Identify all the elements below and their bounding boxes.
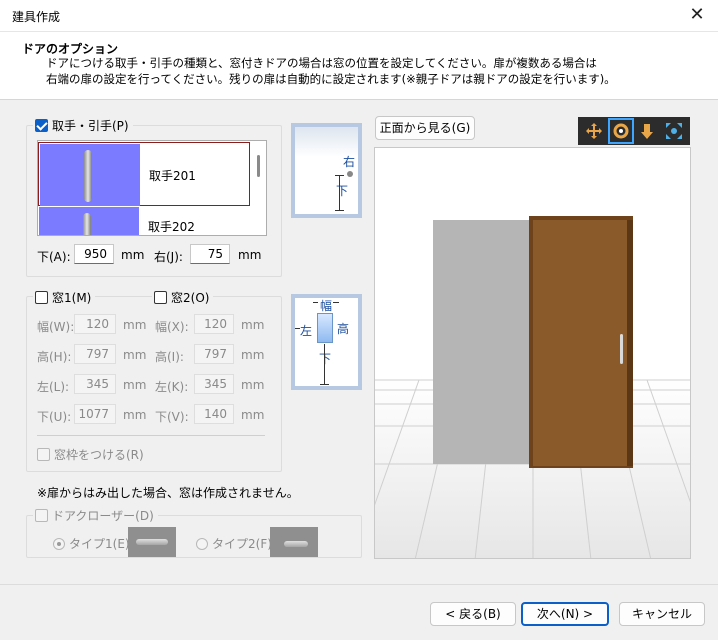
closer-type2-radio-dot[interactable] (196, 537, 208, 550)
rotate-icon[interactable] (607, 118, 634, 144)
dialog-header: ドアのオプション ドアにつける取手・引手の種類と、窓付きドアの場合は窓の位置を設… (0, 32, 718, 100)
handle-thumbnail (40, 144, 140, 206)
cancel-button[interactable]: キャンセル (619, 602, 705, 626)
handle-position-preview: 右 下 (291, 123, 362, 218)
fit-icon[interactable] (663, 120, 685, 142)
list-item-label: 取手201 (149, 169, 196, 183)
w2-bottom-input[interactable]: 140 (194, 404, 234, 424)
close-icon[interactable]: ✕ (686, 4, 708, 26)
window1-checkbox[interactable]: 窓1(M) (33, 289, 96, 306)
w1-width-input[interactable]: 120 (74, 314, 116, 334)
w1-height-unit: mm (123, 348, 147, 362)
closer-type2-label: タイプ2(F) (212, 537, 272, 551)
move-icon[interactable] (583, 120, 605, 142)
w2-height-unit: mm (241, 348, 265, 362)
window2-checkbox-label: 窓2(O) (171, 291, 210, 305)
door-3d-viewport[interactable] (374, 147, 691, 559)
window-frame-checkbox[interactable]: 窓枠をつける(R) (37, 446, 144, 463)
w1-left-unit: mm (123, 378, 147, 392)
front-view-button[interactable]: 正面から見る(G) (375, 116, 475, 140)
window-position-preview: 幅 高 左 下 (291, 294, 362, 390)
w2-width-label: 幅(X): (155, 320, 189, 334)
handle-checkbox-box[interactable] (35, 119, 48, 132)
w1-height-label: 高(H): (37, 350, 72, 364)
window2-checkbox[interactable]: 窓2(O) (152, 289, 214, 306)
w1-width-label: 幅(W): (37, 320, 75, 334)
list-scrollbar[interactable] (257, 155, 260, 177)
right-input[interactable]: 75 (190, 244, 230, 264)
window-group-divider (37, 435, 265, 436)
w2-height-input[interactable]: 797 (194, 344, 234, 364)
window-title: 建具作成 (12, 10, 61, 24)
list-item[interactable]: 取手202 (38, 206, 250, 235)
w2-left-unit: mm (241, 378, 265, 392)
window-frame-checkbox-box[interactable] (37, 448, 50, 461)
window1-checkbox-box[interactable] (35, 291, 48, 304)
preview-width-label: 幅 (320, 299, 333, 313)
w2-width-unit: mm (241, 318, 265, 332)
handle-checkbox[interactable]: 取手・引手(P) (33, 117, 133, 134)
door-3d-scene (375, 216, 690, 558)
next-button[interactable]: 次へ(N) > (521, 602, 609, 626)
handle-thumbnail (39, 207, 139, 235)
handle-checkbox-label: 取手・引手(P) (52, 119, 129, 133)
wall (433, 220, 533, 464)
preview-right-label: 右 (343, 155, 356, 169)
preview-height-label: 高 (337, 322, 350, 336)
closer-checkbox-box[interactable] (35, 509, 48, 522)
door-leaf (533, 220, 629, 466)
preview-bottom-label: 下 (319, 352, 332, 366)
right-unit: mm (238, 248, 262, 262)
closer-checkbox-label: ドアクローザー(D) (52, 509, 154, 523)
door-edge (627, 220, 633, 466)
closer-type1-radio[interactable]: タイプ1(E) (53, 535, 130, 552)
door-handle (620, 334, 623, 364)
closer-type1-label: タイプ1(E) (69, 537, 130, 551)
w2-left-input[interactable]: 345 (194, 374, 234, 394)
closer-type1-image (128, 527, 176, 557)
closer-type2-image (270, 527, 318, 557)
window-frame-label: 窓枠をつける(R) (54, 448, 144, 462)
header-description: ドアにつける取手・引手の種類と、窓付きドアの場合は窓の位置を設定してください。扉… (46, 55, 706, 87)
w1-width-unit: mm (123, 318, 147, 332)
back-button[interactable]: < 戻る(B) (430, 602, 516, 626)
w1-bottom-label: 下(U): (37, 410, 72, 424)
closer-checkbox[interactable]: ドアクローザー(D) (33, 507, 158, 524)
handle-list[interactable]: 取手201 取手202 (37, 140, 267, 236)
bottom-unit: mm (121, 248, 145, 262)
w1-bottom-unit: mm (123, 408, 147, 422)
footer-divider (0, 584, 718, 585)
w2-width-input[interactable]: 120 (194, 314, 234, 334)
closer-type1-radio-dot[interactable] (53, 537, 65, 550)
closer-type2-radio[interactable]: タイプ2(F) (196, 535, 272, 552)
bottom-input[interactable]: 950 (74, 244, 114, 264)
window2-checkbox-box[interactable] (154, 291, 167, 304)
header-desc-line-2: 右端の扉の設定を行ってください。残りの扉は自動的に設定されます(※親子ドアは親ド… (46, 72, 616, 86)
w1-left-label: 左(L): (37, 380, 70, 394)
zoom-icon[interactable] (636, 120, 658, 142)
w1-left-input[interactable]: 345 (74, 374, 116, 394)
w2-height-label: 高(I): (155, 350, 184, 364)
w1-bottom-input[interactable]: 1077 (74, 404, 116, 424)
window1-checkbox-label: 窓1(M) (52, 291, 92, 305)
overflow-note: ※扉からはみ出した場合、窓は作成されません。 (37, 486, 299, 500)
bottom-label: 下(A): (37, 250, 71, 264)
view-toolbar (578, 117, 690, 145)
w2-left-label: 左(K): (155, 380, 189, 394)
title-bar: 建具作成 ✕ (0, 0, 718, 32)
header-desc-line-1: ドアにつける取手・引手の種類と、窓付きドアの場合は窓の位置を設定してください。扉… (46, 56, 597, 70)
w1-height-input[interactable]: 797 (74, 344, 116, 364)
w2-bottom-unit: mm (241, 408, 265, 422)
preview-bottom-label: 下 (336, 184, 349, 198)
right-label: 右(J): (154, 250, 183, 264)
list-item-label: 取手202 (148, 220, 195, 234)
list-item[interactable]: 取手201 (38, 142, 250, 206)
preview-left-label: 左 (300, 324, 313, 338)
w2-bottom-label: 下(V): (155, 410, 189, 424)
